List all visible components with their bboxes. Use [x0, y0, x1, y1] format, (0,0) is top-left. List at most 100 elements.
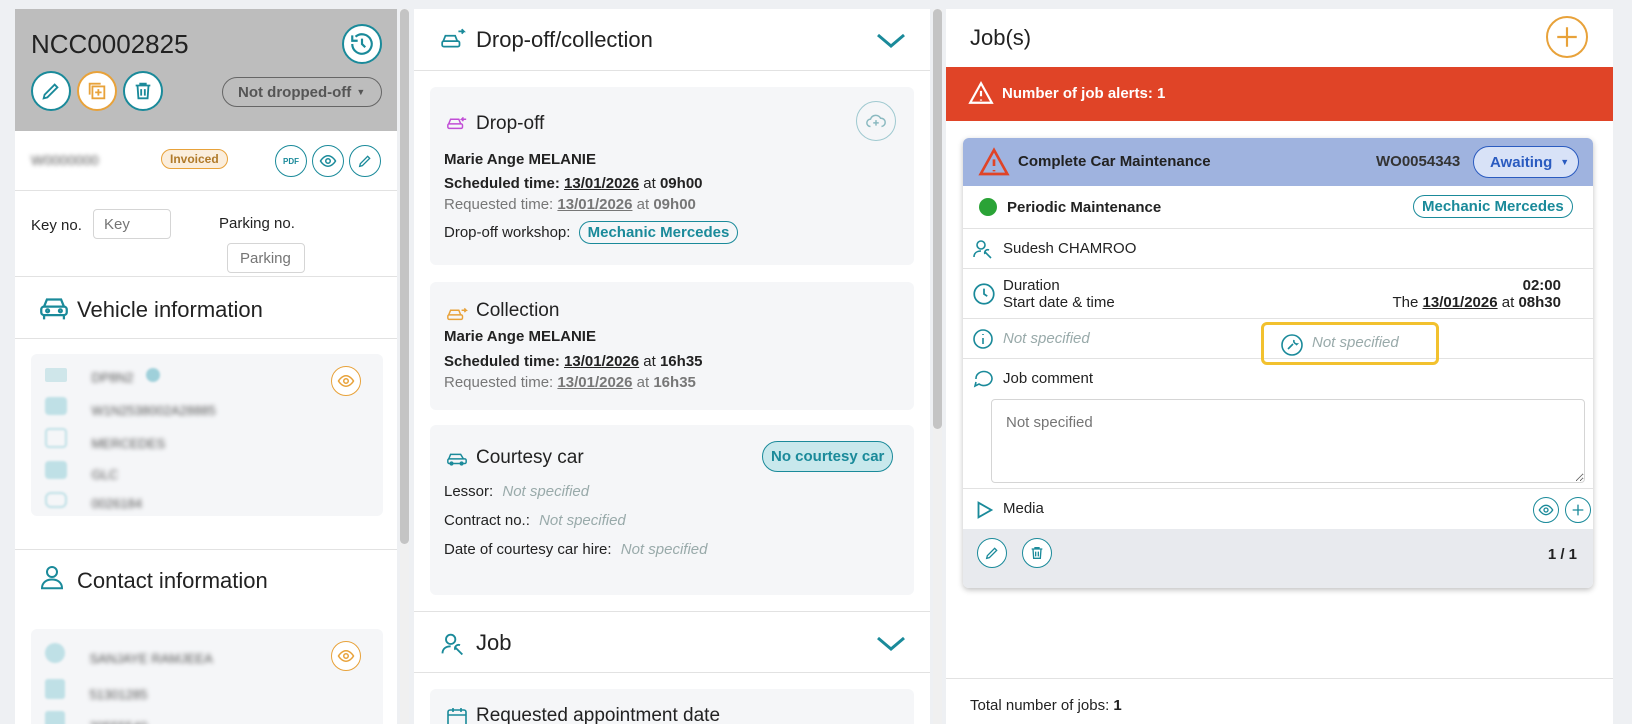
middle-scrollbar[interactable] — [933, 9, 942, 724]
job-status-label: Awaiting — [1490, 153, 1553, 171]
wrench-icon — [1281, 334, 1303, 356]
comment-row: Job comment — [963, 359, 1593, 489]
vehicle-row: 0026184 — [45, 492, 142, 513]
edit-invoice-button[interactable] — [349, 145, 381, 177]
contact-row: SANJAYE RAMJEEA — [45, 643, 213, 668]
scheduled-time: 09h00 — [659, 175, 703, 192]
job-status-dropdown[interactable]: Awaiting ▼ — [1473, 146, 1579, 178]
left-scrollbar[interactable] — [400, 9, 409, 724]
left-scrollbar-thumb[interactable] — [400, 9, 409, 544]
duplicate-button[interactable] — [77, 71, 117, 111]
scheduled-date[interactable]: 13/01/2026 — [564, 353, 639, 370]
hire-row: Date of courtesy car hire: Not specified — [444, 541, 707, 558]
edit-button[interactable] — [31, 71, 71, 111]
hire-value: Not specified — [620, 541, 708, 558]
requested-time: 16h35 — [653, 374, 696, 391]
vehicle-row: W1N2538002A28885 — [45, 397, 216, 420]
requested-date[interactable]: 13/01/2026 — [557, 374, 632, 391]
jobs-title: Job(s) — [970, 25, 1032, 50]
key-parking-row: Key no. Parking no. — [15, 191, 397, 277]
contact-phone: 51301285 — [89, 687, 148, 702]
dropoff-collection-header[interactable]: Drop-off/collection — [414, 9, 930, 71]
job-section-header[interactable]: Job — [414, 611, 930, 673]
middle-scrollbar-thumb[interactable] — [933, 9, 942, 429]
view-invoice-button[interactable] — [312, 145, 344, 177]
mechanic-icon — [973, 240, 992, 259]
clock-icon — [973, 283, 995, 305]
contract-row: Contract no.: Not specified — [444, 512, 626, 529]
key-label: Key no. — [31, 217, 82, 234]
pencil-icon — [985, 547, 998, 560]
job-type-row: Periodic Maintenance Mechanic Mercedes — [963, 186, 1593, 229]
dropoff-sync-button[interactable] — [856, 101, 896, 141]
job-workshop-badge[interactable]: Mechanic Mercedes — [1413, 195, 1573, 218]
view-vehicle-button[interactable] — [331, 366, 361, 396]
parking-input[interactable] — [227, 243, 305, 273]
vehicle-card: DP8N2 W1N2538002A28885 MERCEDES GLC 0026… — [31, 354, 383, 516]
view-contact-button[interactable] — [331, 641, 361, 671]
vehicle-row: MERCEDES — [45, 428, 165, 453]
workshop-badge[interactable]: Mechanic Mercedes — [578, 221, 739, 244]
lessor-value: Not specified — [502, 483, 590, 500]
edit-job-button[interactable] — [977, 538, 1007, 568]
pencil-icon — [42, 83, 59, 100]
job-alert-bar[interactable]: Number of job alerts: 1 — [946, 67, 1613, 121]
hire-label: Date of courtesy car hire: — [444, 541, 612, 558]
tool-value: Not specified — [1312, 334, 1399, 351]
courtesy-car-icon — [447, 453, 467, 466]
contact-row: 51301285 — [45, 679, 147, 704]
eye-icon — [337, 374, 355, 388]
calendar-icon — [447, 708, 467, 724]
scheduled-label: Scheduled time: — [444, 353, 560, 370]
person-icon — [40, 566, 64, 590]
vehicle-title: Vehicle information — [77, 297, 263, 322]
at-label: at — [636, 196, 650, 213]
chevron-down-icon[interactable] — [874, 632, 908, 654]
scheduled-time: 16h35 — [659, 353, 703, 370]
delete-button[interactable] — [123, 71, 163, 111]
job-pager: 1 / 1 — [1547, 546, 1577, 563]
chevron-down-icon[interactable] — [874, 29, 908, 51]
dropoff-card: Drop-off Marie Ange MELANIE Scheduled ti… — [430, 87, 914, 265]
duration-row: Duration Start date & time 02:00 The 13/… — [963, 269, 1593, 319]
caret-down-icon: ▼ — [1560, 157, 1570, 167]
invoice-ref: W0000000 — [31, 152, 99, 168]
no-courtesy-car-badge[interactable]: No courtesy car — [762, 441, 894, 472]
plus-icon — [1572, 504, 1584, 516]
vehicle-plate: DP8N2 — [91, 370, 134, 385]
contact-mobile: 20555540 — [89, 719, 147, 724]
pdf-button[interactable]: PDF — [275, 145, 307, 177]
jobs-footer: Total number of jobs: 1 — [946, 678, 1613, 724]
collection-requested: Requested time: 13/01/2026 at 16h35 — [444, 374, 696, 391]
dropoff-workshop-row: Drop-off workshop: Mechanic Mercedes — [444, 221, 739, 244]
play-icon — [977, 501, 994, 519]
job-comment-textarea[interactable] — [991, 399, 1585, 483]
requested-time: 09h00 — [653, 196, 696, 213]
vehicle-model: GLC — [91, 467, 119, 482]
history-button[interactable] — [342, 24, 382, 64]
record-id: NCC0002825 — [31, 29, 189, 59]
courtesy-title: Courtesy car — [476, 447, 584, 468]
invoice-row: W0000000 Invoiced PDF — [15, 131, 397, 191]
lessor-row: Lessor: Not specified — [444, 483, 589, 500]
delete-job-button[interactable] — [1022, 538, 1052, 568]
status-dropdown[interactable]: Not dropped-off ▼ — [222, 77, 382, 107]
start-the: The — [1392, 294, 1419, 311]
collection-card: Collection Marie Ange MELANIE Scheduled … — [430, 282, 914, 410]
add-media-button[interactable] — [1565, 497, 1591, 523]
left-panel: NCC0002825 Not dropped-off ▼ W0000000 In… — [15, 9, 397, 724]
start-date[interactable]: 13/01/2026 — [1423, 294, 1498, 311]
contact-phone-icon — [45, 679, 65, 699]
job-card-footer: 1 / 1 — [963, 529, 1593, 588]
contract-value: Not specified — [539, 512, 626, 529]
info-value: Not specified — [1003, 330, 1090, 347]
add-job-button[interactable] — [1546, 16, 1588, 58]
duplicate-icon — [88, 82, 106, 100]
scheduled-date[interactable]: 13/01/2026 — [564, 175, 639, 192]
courtesy-car-card: Courtesy car No courtesy car Lessor: Not… — [430, 425, 914, 595]
key-input[interactable] — [93, 209, 171, 239]
requested-date[interactable]: 13/01/2026 — [557, 196, 632, 213]
middle-panel: Drop-off/collection Drop-off Marie Ange … — [414, 9, 930, 724]
view-media-button[interactable] — [1533, 497, 1559, 523]
comment-label: Job comment — [1003, 370, 1094, 387]
